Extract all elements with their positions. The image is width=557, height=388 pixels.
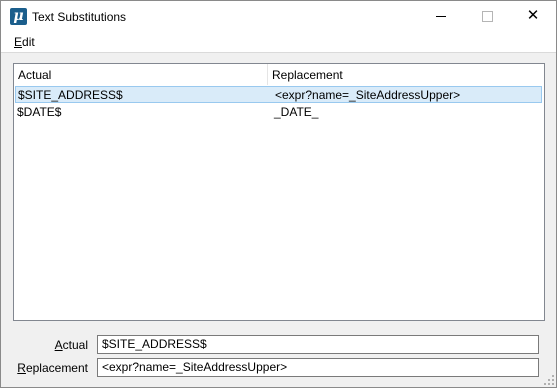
minimize-button[interactable] <box>418 1 464 32</box>
replacement-label-mnemonic: R <box>17 361 26 375</box>
replacement-field-label: Replacement <box>17 360 88 376</box>
column-header-actual[interactable]: Actual <box>18 68 51 82</box>
menu-edit-label: dit <box>22 35 35 49</box>
app-icon: μ <box>10 8 27 25</box>
title-bar[interactable]: μ Text Substitutions ✕ <box>1 1 556 32</box>
resize-grip-icon[interactable] <box>544 375 554 385</box>
actual-field[interactable]: $SITE_ADDRESS$ <box>97 335 539 354</box>
actual-label-text: ctual <box>62 338 88 352</box>
column-divider[interactable] <box>267 64 268 85</box>
cell-actual: $DATE$ <box>17 105 62 119</box>
menu-bar: Edit <box>1 32 556 53</box>
column-header-replacement[interactable]: Replacement <box>272 68 343 82</box>
list-row-date[interactable]: $DATE$ _DATE_ <box>15 104 542 121</box>
replacement-field[interactable]: <expr?name=_SiteAddressUpper> <box>97 358 539 377</box>
replacement-label-text: eplacement <box>25 361 88 375</box>
menu-edit[interactable]: Edit <box>14 35 35 50</box>
cell-replacement: <expr?name=_SiteAddressUpper> <box>275 88 461 102</box>
minimize-icon <box>436 16 446 17</box>
cell-replacement: _DATE_ <box>274 105 319 119</box>
maximize-button <box>464 1 510 32</box>
actual-field-label: Actual <box>55 337 88 353</box>
close-button[interactable]: ✕ <box>510 1 556 32</box>
close-icon: ✕ <box>526 6 540 24</box>
list-row-site-address[interactable]: $SITE_ADDRESS$ <expr?name=_SiteAddressUp… <box>15 86 542 103</box>
text-substitutions-window: μ Text Substitutions ✕ Edit Actual Repla… <box>0 0 557 388</box>
cell-actual: $SITE_ADDRESS$ <box>18 88 123 102</box>
substitutions-list[interactable]: Actual Replacement $SITE_ADDRESS$ <expr?… <box>13 63 545 321</box>
window-title: Text Substitutions <box>32 10 127 24</box>
menu-edit-mnemonic: E <box>14 35 23 49</box>
list-header: Actual Replacement <box>14 64 544 85</box>
maximize-icon <box>482 11 493 22</box>
actual-label-mnemonic: A <box>54 338 63 352</box>
